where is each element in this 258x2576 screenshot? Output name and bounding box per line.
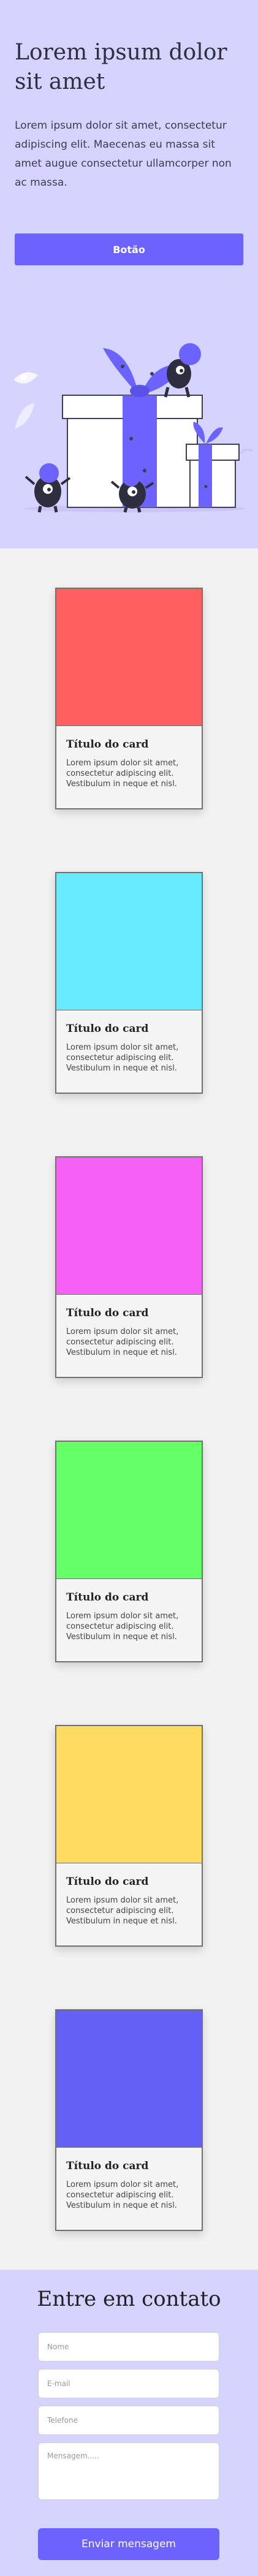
send-message-button[interactable]: Enviar mensagem — [38, 2528, 219, 2560]
card[interactable]: Título do card Lorem ipsum dolor sit ame… — [55, 1725, 203, 1947]
email-field[interactable] — [38, 2369, 219, 2398]
card[interactable]: Título do card Lorem ipsum dolor sit ame… — [55, 1441, 203, 1662]
gift-monsters-illustration — [13, 343, 253, 513]
card-text: Lorem ipsum dolor sit amet, consectetur … — [66, 759, 179, 789]
card[interactable]: Título do card Lorem ipsum dolor sit ame… — [55, 2009, 203, 2231]
card-text: Lorem ipsum dolor sit amet, consectetur … — [66, 1327, 179, 1357]
card[interactable]: Título do card Lorem ipsum dolor sit ame… — [55, 872, 203, 1094]
contact-section: Entre em contato Enviar mensagem — [0, 2270, 258, 2576]
card-image — [56, 873, 202, 1010]
phone-field[interactable] — [38, 2406, 219, 2435]
card-title: Título do card — [66, 738, 149, 751]
card-title: Título do card — [66, 2160, 149, 2172]
card[interactable]: Título do card Lorem ipsum dolor sit ame… — [55, 1156, 203, 1378]
card-text: Lorem ipsum dolor sit amet, consectetur … — [66, 1896, 179, 1926]
card-title: Título do card — [66, 1876, 149, 1888]
hero-description: Lorem ipsum dolor sit amet, consectetur … — [15, 119, 232, 189]
hero-title: Lorem ipsum dolor sit amet — [15, 40, 227, 94]
card[interactable]: Título do card Lorem ipsum dolor sit ame… — [55, 588, 203, 809]
card-text: Lorem ipsum dolor sit amet, consectetur … — [66, 2180, 179, 2210]
card-image — [56, 1726, 202, 1863]
card-image — [56, 589, 202, 726]
card-image — [56, 1442, 202, 1579]
name-field[interactable] — [38, 2332, 219, 2362]
card-title: Título do card — [66, 1307, 149, 1319]
card-title: Título do card — [66, 1023, 149, 1035]
hero-button[interactable]: Botão — [15, 233, 243, 265]
card-text: Lorem ipsum dolor sit amet, consectetur … — [66, 1612, 179, 1642]
contact-title: Entre em contato — [37, 2287, 221, 2311]
card-text: Lorem ipsum dolor sit amet, consectetur … — [66, 1043, 179, 1073]
cards-section: Título do card Lorem ipsum dolor sit ame… — [0, 548, 258, 2270]
card-image — [56, 2010, 202, 2148]
card-title: Título do card — [66, 1591, 149, 1604]
hero-section: Lorem ipsum dolor sit amet Lorem ipsum d… — [0, 0, 258, 548]
message-field[interactable] — [38, 2442, 219, 2500]
card-image — [56, 1157, 202, 1295]
